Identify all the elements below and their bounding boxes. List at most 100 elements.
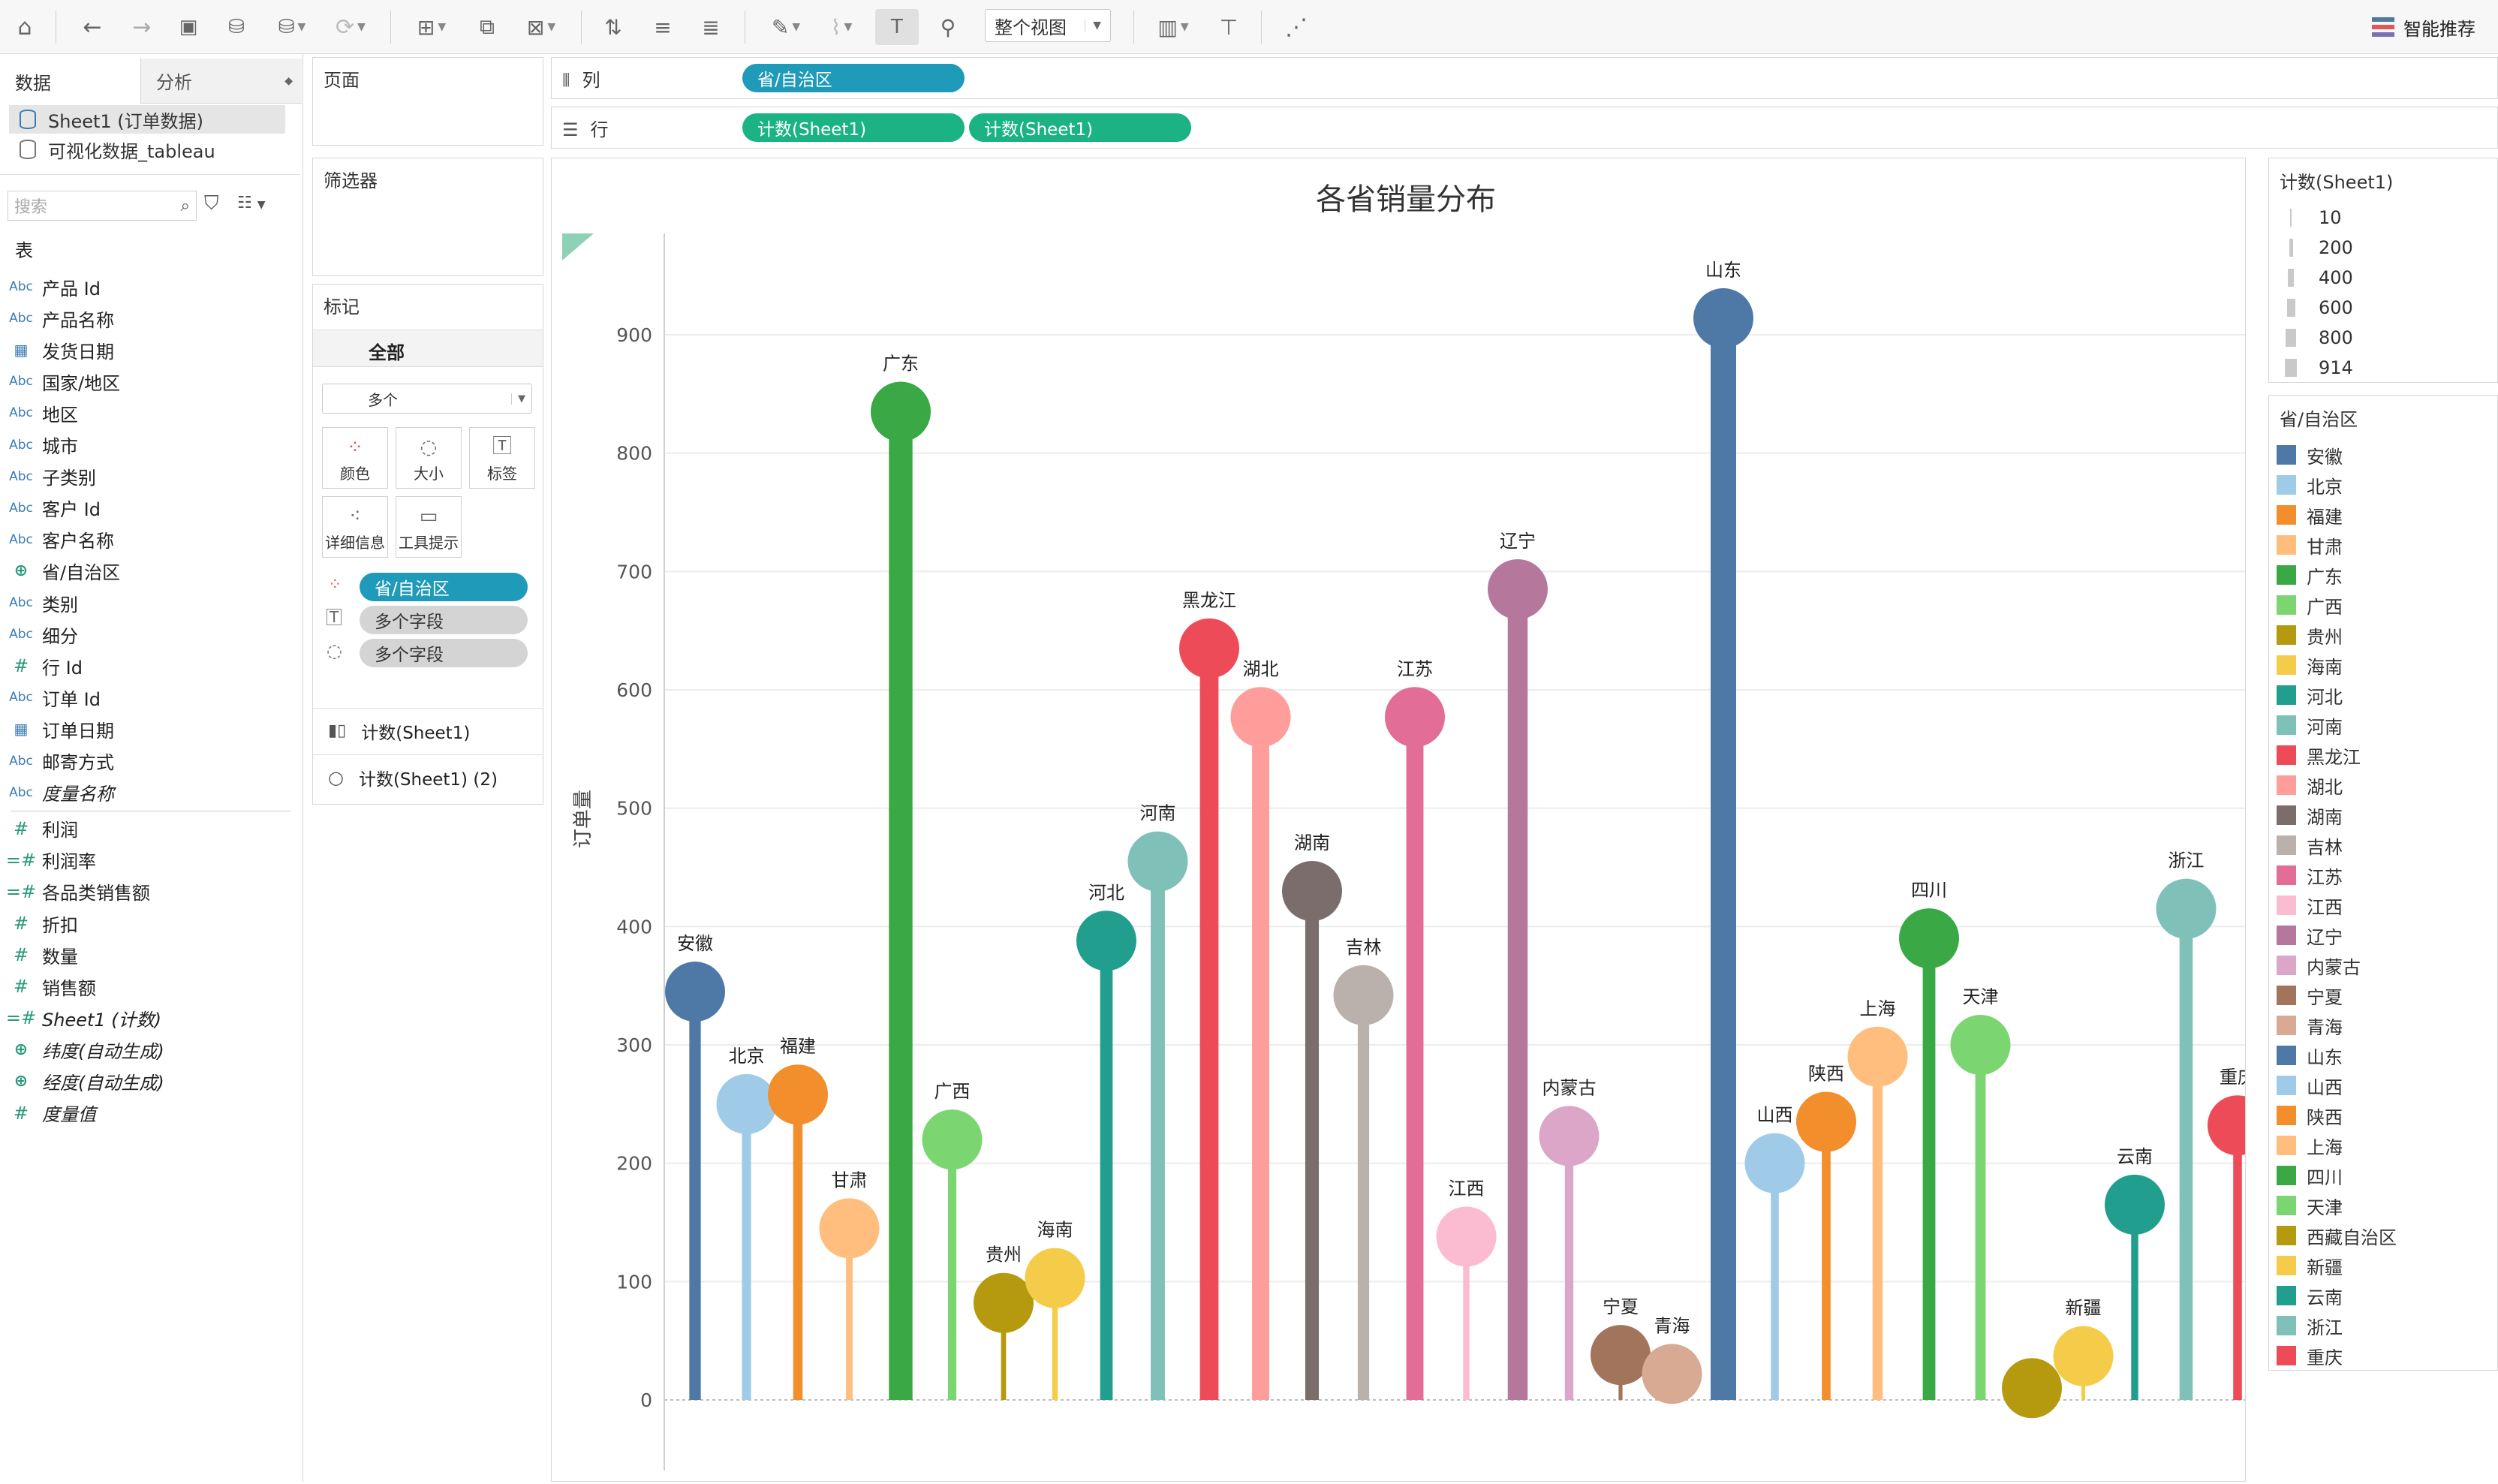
- tooltip-button[interactable]: ▭ 工具提示: [396, 496, 462, 558]
- color-legend-item[interactable]: 海南: [2269, 650, 2497, 680]
- lollipop-mark[interactable]: 广西: [922, 1081, 983, 1400]
- rows-shelf[interactable]: ☰ 行 计数(Sheet1) 计数(Sheet1): [551, 107, 2498, 149]
- lollipop-mark[interactable]: 广东: [871, 353, 931, 1400]
- field-item[interactable]: Abc 地区: [0, 398, 300, 428]
- lollipop-head[interactable]: [1230, 687, 1291, 748]
- clear-sheet-icon[interactable]: ⊠ ▼: [515, 9, 567, 45]
- datasource-tableau[interactable]: 可视化数据_tableau: [9, 135, 285, 164]
- color-legend-item[interactable]: 江苏: [2269, 860, 2497, 890]
- color-legend-item[interactable]: 黑龙江: [2269, 740, 2497, 770]
- lollipop-mark[interactable]: 河南: [1127, 803, 1188, 1400]
- lollipop-head[interactable]: [1950, 1015, 2011, 1075]
- lollipop-mark[interactable]: 湖南: [1282, 832, 1342, 1400]
- color-legend-item[interactable]: 山东: [2269, 1040, 2497, 1070]
- color-legend-item[interactable]: 北京: [2269, 470, 2497, 500]
- lollipop-mark[interactable]: 黑龙江: [1179, 590, 1239, 1400]
- mark-type-select[interactable]: 多个 ▼: [322, 384, 532, 414]
- lollipop-head[interactable]: [2156, 878, 2217, 939]
- lollipop-mark[interactable]: 四川: [1899, 880, 1959, 1400]
- new-datasource-icon[interactable]: ⛁: [219, 9, 254, 45]
- field-item[interactable]: # 数量: [0, 940, 300, 970]
- lollipop-mark[interactable]: 海南: [1025, 1220, 1085, 1400]
- columns-pill-province[interactable]: 省/自治区: [742, 64, 965, 92]
- field-item[interactable]: ▦ 发货日期: [0, 335, 300, 365]
- field-item[interactable]: Abc 产品 Id: [0, 272, 300, 302]
- color-legend-item[interactable]: 河南: [2269, 710, 2497, 740]
- field-item[interactable]: # 行 Id: [0, 651, 300, 681]
- lollipop-head[interactable]: [974, 1272, 1034, 1333]
- size-legend-item[interactable]: 200: [2269, 233, 2497, 263]
- color-legend-item[interactable]: 浙江: [2269, 1311, 2497, 1341]
- group-members-icon[interactable]: ⌇ ▼: [815, 9, 868, 45]
- color-legend-item[interactable]: 江西: [2269, 890, 2497, 920]
- color-legend-item[interactable]: 陕西: [2269, 1100, 2497, 1130]
- lollipop-mark[interactable]: 辽宁: [1488, 531, 1548, 1400]
- lollipop-head[interactable]: [1127, 831, 1188, 892]
- field-item[interactable]: ⊕ 纬度(自动生成): [0, 1034, 300, 1064]
- lollipop-head[interactable]: [1436, 1206, 1497, 1267]
- lollipop-mark[interactable]: 甘肃: [819, 1169, 880, 1400]
- redo-icon[interactable]: →: [125, 9, 159, 45]
- color-legend-item[interactable]: 西藏自治区: [2269, 1221, 2497, 1251]
- lollipop-mark[interactable]: 上海: [1847, 998, 1908, 1400]
- field-item[interactable]: Abc 客户 Id: [0, 493, 300, 523]
- size-legend-item[interactable]: 400: [2269, 263, 2497, 293]
- undo-icon[interactable]: ←: [75, 9, 110, 45]
- lollipop-mark[interactable]: 天津: [1950, 986, 2011, 1400]
- marks-pill-multi-fields[interactable]: 多个字段: [360, 606, 528, 634]
- field-item[interactable]: Abc 订单 Id: [0, 682, 300, 712]
- lollipop-mark[interactable]: 湖北: [1230, 658, 1291, 1400]
- field-item[interactable]: Abc 子类别: [0, 462, 300, 492]
- marks-all-tab[interactable]: 全部: [313, 330, 543, 367]
- filters-card[interactable]: 筛选器: [312, 158, 543, 276]
- field-item[interactable]: Abc 邮寄方式: [0, 746, 300, 776]
- new-worksheet-icon[interactable]: ⊞ ▼: [405, 9, 458, 45]
- presentation-mode-icon[interactable]: ⊤: [1210, 9, 1247, 45]
- color-button[interactable]: ⁘ 颜色: [322, 427, 388, 489]
- color-legend-item[interactable]: 重庆: [2269, 1341, 2497, 1371]
- color-legend-item[interactable]: 湖南: [2269, 800, 2497, 830]
- save-icon[interactable]: ▣: [171, 9, 206, 45]
- size-legend-item[interactable]: 914: [2269, 353, 2497, 383]
- field-item[interactable]: ▦ 订单日期: [0, 714, 300, 744]
- lollipop-mark[interactable]: 安徽: [665, 933, 725, 1400]
- rows-pill-count-2[interactable]: 计数(Sheet1): [969, 113, 1191, 142]
- marks-measure-card-2[interactable]: ○ 计数(Sheet1) (2): [313, 754, 543, 799]
- color-legend-item[interactable]: 内蒙古: [2269, 950, 2497, 980]
- rows-pill-count-1[interactable]: 计数(Sheet1): [742, 113, 965, 142]
- color-legend-item[interactable]: 贵州: [2269, 620, 2497, 650]
- color-legend-item[interactable]: 安徽: [2269, 440, 2497, 470]
- color-legend-item[interactable]: 四川: [2269, 1160, 2497, 1191]
- lollipop-head[interactable]: [768, 1064, 828, 1125]
- lollipop-mark[interactable]: 重庆: [2208, 1067, 2268, 1400]
- lollipop-mark[interactable]: 山东: [1693, 260, 1753, 1400]
- pause-datasource-icon[interactable]: ⛁ ▼: [266, 9, 318, 45]
- lollipop-head[interactable]: [1282, 861, 1342, 922]
- lollipop-head[interactable]: [2053, 1326, 2114, 1386]
- field-item[interactable]: ⊕ 省/自治区: [0, 556, 300, 586]
- field-item[interactable]: Abc 度量名称: [0, 778, 300, 808]
- datasource-sheet1[interactable]: Sheet1 (订单数据): [9, 105, 285, 134]
- color-legend-item[interactable]: 吉林: [2269, 830, 2497, 860]
- size-legend-item[interactable]: 800: [2269, 323, 2497, 353]
- color-legend-item[interactable]: 广西: [2269, 590, 2497, 620]
- lollipop-head[interactable]: [1693, 287, 1753, 348]
- lollipop-head[interactable]: [2208, 1095, 2268, 1156]
- lollipop-head[interactable]: [1179, 618, 1239, 679]
- smart-recommend-button[interactable]: 智能推荐: [2372, 11, 2475, 44]
- lollipop-head[interactable]: [1025, 1248, 1085, 1308]
- lollipop-head[interactable]: [1796, 1091, 1856, 1152]
- color-legend-item[interactable]: 山西: [2269, 1070, 2497, 1100]
- pages-card[interactable]: 页面: [312, 57, 543, 146]
- columns-shelf[interactable]: ⦀ 列 省/自治区: [551, 57, 2498, 99]
- marks-measure-card-1[interactable]: ▮▯ 计数(Sheet1): [313, 708, 543, 753]
- field-item[interactable]: Abc 客户名称: [0, 525, 300, 555]
- lollipop-mark[interactable]: 福建: [768, 1036, 828, 1400]
- home-icon[interactable]: ⌂: [8, 9, 42, 45]
- sort-descending-icon[interactable]: ≣: [692, 9, 730, 45]
- lollipop-mark[interactable]: 宁夏: [1591, 1296, 1651, 1400]
- lollipop-head[interactable]: [1076, 911, 1136, 971]
- color-legend-item[interactable]: 福建: [2269, 500, 2497, 530]
- field-item[interactable]: Abc 国家/地区: [0, 366, 300, 396]
- lollipop-head[interactable]: [2105, 1174, 2165, 1235]
